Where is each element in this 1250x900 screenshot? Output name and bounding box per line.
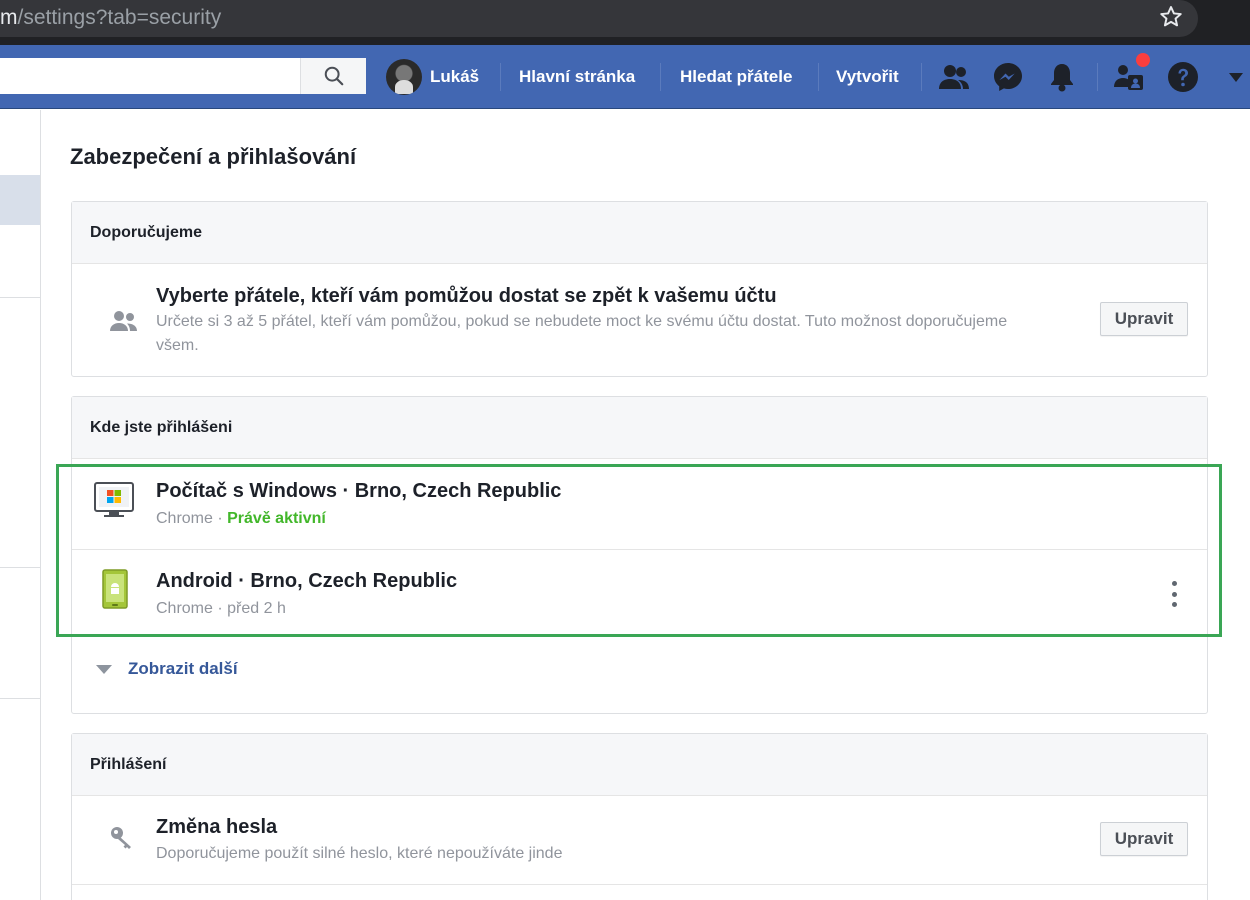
left-nav-divider [0,698,40,699]
settings-left-nav [0,110,41,900]
messenger-icon[interactable] [991,60,1025,94]
notifications-bell-icon[interactable] [1045,60,1079,94]
bookmark-star-icon[interactable] [1158,4,1184,30]
search-button[interactable] [300,58,366,94]
login-card: Přihlášení Změna hesla Doporučujeme použ… [71,733,1208,900]
address-bar[interactable]: m/settings?tab=security [0,0,1198,37]
left-nav-divider [0,567,40,568]
trusted-contacts-edit-button[interactable]: Upravit [1100,302,1188,336]
help-icon[interactable] [1166,60,1200,94]
search-icon [324,66,343,86]
nav-separator [818,63,819,91]
address-bar-url: m/settings?tab=security [0,6,222,29]
change-password-edit-button[interactable]: Upravit [1100,822,1188,856]
nav-home-link[interactable]: Hlavní stránka [519,57,635,97]
change-password-title: Změna hesla [156,816,278,838]
change-password-description: Doporučujeme použít silné heslo, které n… [156,845,563,862]
account-menu-chevron-down-icon[interactable] [1222,60,1250,94]
search-input[interactable] [0,58,300,94]
nav-create-link[interactable]: Vytvořit [836,57,899,97]
nav-find-friends-link[interactable]: Hledat přátele [680,57,792,97]
profile-link[interactable]: Lukáš [386,57,479,97]
nav-home-label: Hlavní stránka [519,67,636,86]
login-row-divider [72,884,1207,885]
nav-create-label: Vytvořit [836,67,899,86]
sessions-highlight-box [56,464,1222,637]
change-password-row: Změna hesla Doporučujeme použít silné he… [72,796,1207,884]
key-icon [111,827,131,849]
nav-separator [1097,63,1098,91]
friend-requests-icon[interactable] [937,60,971,94]
facebook-top-bar: Lukáš Hlavní stránka Hledat přátele Vytv… [0,45,1250,109]
profile-name: Lukáš [430,67,480,86]
show-more-sessions-link[interactable]: Zobrazit další [96,659,238,679]
trusted-contacts-title: Vyberte přátele, kteří vám pomůžou dosta… [156,285,777,307]
nav-separator [660,63,661,91]
browser-toolbar: m/settings?tab=security [0,0,1250,45]
left-nav-divider [0,297,40,298]
sessions-card-header: Kde jste přihlášeni [72,397,1207,459]
page-title: Zabezpečení a přihlašování [70,144,357,169]
nav-separator [921,63,922,91]
recommended-card: Doporučujeme Vyberte přátele, kteří vám … [71,201,1208,377]
trusted-contacts-description: Určete si 3 až 5 přátel, kteří vám pomůž… [156,313,1008,354]
nav-separator [500,63,501,91]
trusted-contacts-row: Vyberte přátele, kteří vám pomůžou dosta… [72,264,1207,377]
recommended-card-header: Doporučujeme [72,202,1207,264]
settings-nav-item-active[interactable] [0,175,40,225]
show-more-label: Zobrazit další [128,659,238,678]
friends-icon [110,311,137,331]
expand-triangle-icon [96,664,112,674]
login-card-header: Přihlášení [72,734,1207,796]
notification-badge [1136,53,1150,67]
avatar [386,59,422,95]
nav-find-friends-label: Hledat přátele [680,67,793,86]
